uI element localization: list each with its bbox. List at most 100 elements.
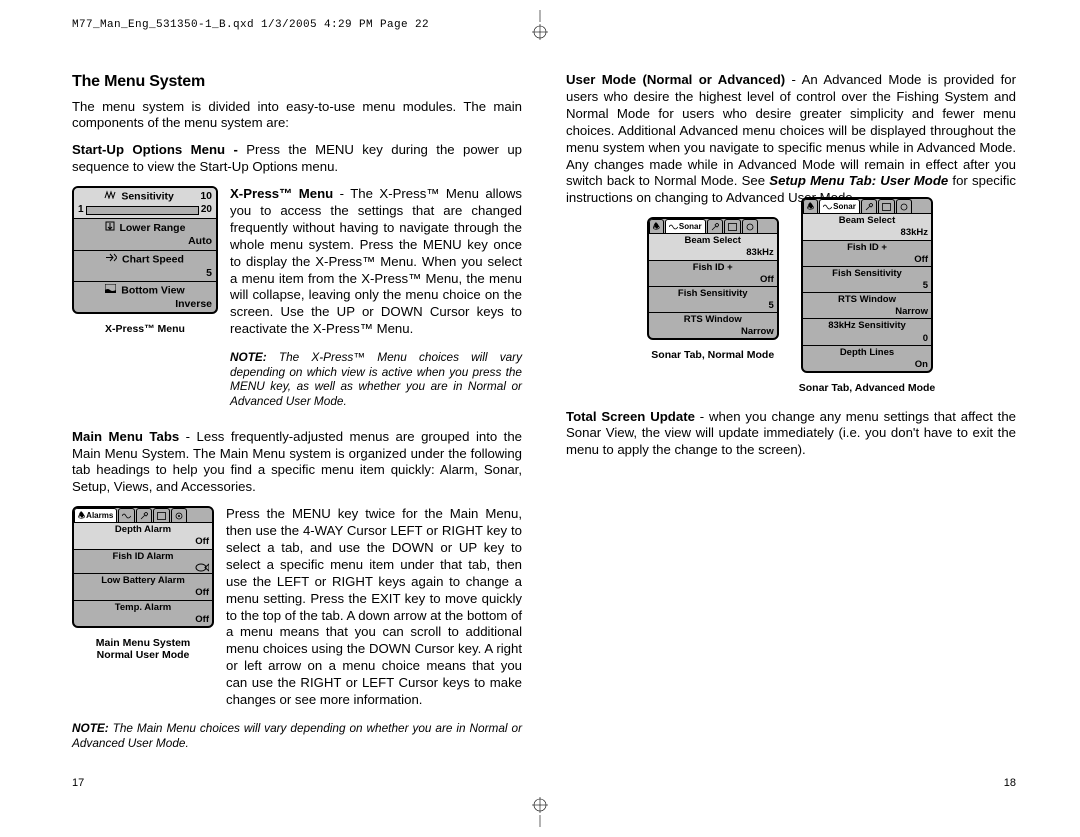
lcd-label: Chart Speed	[122, 253, 184, 265]
lcd-row-sensitivity: Sensitivity 10 1 20	[74, 188, 216, 219]
lcd-row: Beam Select83kHz	[803, 214, 931, 240]
bottom-view-icon	[105, 284, 116, 297]
slider-min: 1	[78, 204, 84, 217]
lcd-value	[77, 563, 209, 574]
lcd-row-temp-alarm: Temp. Alarm Off	[74, 601, 212, 626]
mainmenu-label: Main Menu Tabs	[72, 429, 179, 444]
alarm-icon: 🕭	[78, 511, 85, 521]
xpress-text: - The X-Press™ Menu allows you to access…	[230, 186, 522, 336]
usermode-text: - An Advanced Mode is provided for users…	[566, 72, 1016, 188]
lcd-value: Narrow	[806, 306, 928, 318]
chart-speed-icon	[106, 253, 117, 266]
page-18: User Mode (Normal or Advanced) - An Adva…	[566, 56, 1016, 762]
lcd-tabbar: 🕭 Alarms	[74, 508, 212, 523]
mainmenu-figure: 🕭 Alarms Depth Alarm Off	[72, 506, 214, 663]
lcd-slider: 1 20	[78, 204, 212, 217]
lcd-label: Temp. Alarm	[115, 602, 172, 613]
lcd-row: Beam Select83kHz	[649, 234, 777, 260]
lcd-value: Off	[806, 254, 928, 266]
range-icon	[105, 221, 115, 235]
tab-alarms: 🕭 Alarms	[74, 508, 117, 522]
lcd-row: Depth LinesOn	[803, 346, 931, 371]
lcd-row: RTS WindowNarrow	[803, 293, 931, 319]
tab-sonar: Sonar	[665, 219, 706, 233]
lcd-label: Fish Sensitivity	[832, 268, 902, 279]
lcd-row-fishid-alarm: Fish ID Alarm	[74, 550, 212, 575]
lcd-label: RTS Window	[838, 294, 896, 305]
lcd-row: Fish ID +Off	[649, 261, 777, 287]
page-17: The Menu System The menu system is divid…	[72, 56, 522, 762]
xpress-note: NOTE: The X-Press™ Menu choices will var…	[230, 350, 522, 409]
lcd-value: Auto	[78, 235, 212, 248]
lcd-value: Off	[652, 274, 774, 286]
lcd-value: 0	[806, 333, 928, 345]
lcd-value: 5	[78, 267, 212, 280]
lcd-label: Depth Alarm	[115, 524, 171, 535]
xpress-caption: X-Press™ Menu	[72, 323, 218, 336]
lcd-label: Low Battery Alarm	[101, 575, 185, 586]
note-label: NOTE:	[72, 721, 109, 735]
lcd-row-chart-speed: Chart Speed 5	[74, 251, 216, 282]
lcd-value: Inverse	[78, 298, 212, 311]
tab-accessories	[742, 219, 758, 233]
tab-alarms: 🕭	[803, 199, 818, 213]
lcd-value: 83kHz	[652, 247, 774, 259]
page-number-left: 17	[72, 776, 84, 790]
xpress-para: X-Press™ Menu - The X-Press™ Menu allows…	[230, 186, 522, 338]
tab-sonar	[118, 508, 135, 522]
page-number-right: 18	[1004, 776, 1016, 790]
lcd-row: Fish Sensitivity5	[803, 267, 931, 293]
lcd-row-bottom-view: Bottom View Inverse	[74, 282, 216, 312]
xpress-figure: Sensitivity 10 1 20	[72, 186, 218, 337]
lcd-label: Beam Select	[839, 215, 896, 226]
totalscreen-para: Total Screen Update - when you change an…	[566, 409, 1016, 460]
xpress-lcd: Sensitivity 10 1 20	[72, 186, 218, 314]
lcd-row: RTS WindowNarrow	[649, 313, 777, 338]
startup-label: Start-Up Options Menu -	[72, 142, 246, 157]
lcd-row: Fish Sensitivity5	[649, 287, 777, 313]
usermode-para: User Mode (Normal or Advanced) - An Adva…	[566, 72, 1016, 207]
lcd-value: 10	[200, 190, 212, 203]
lcd-label: Beam Select	[684, 235, 741, 246]
sonar-advanced-figure: 🕭 Sonar Beam Select83kHz Fish ID +Off Fi…	[799, 197, 936, 394]
mainmenu-text2: Press the MENU key twice for the Main Me…	[226, 506, 522, 709]
xpress-label: X-Press™ Menu	[230, 186, 333, 201]
tab-views	[724, 219, 741, 233]
crop-mark-bottom	[525, 797, 555, 827]
tab-label: Alarms	[86, 511, 113, 521]
sonar-advanced-lcd: 🕭 Sonar Beam Select83kHz Fish ID +Off Fi…	[801, 197, 933, 373]
tab-sonar: Sonar	[819, 199, 860, 213]
lcd-value: 5	[806, 280, 928, 292]
note-text: The Main Menu choices will vary dependin…	[72, 721, 522, 750]
sonar-normal-caption: Sonar Tab, Normal Mode	[647, 349, 779, 362]
lcd-value: 5	[652, 300, 774, 312]
totalscreen-label: Total Screen Update	[566, 409, 695, 424]
tab-setup	[861, 199, 877, 213]
tab-setup	[707, 219, 723, 233]
lcd-label: Fish ID +	[693, 262, 733, 273]
lcd-label: Lower Range	[119, 222, 185, 234]
sonar-normal-lcd: 🕭 Sonar Beam Select83kHz Fish ID +Off Fi…	[647, 217, 779, 340]
mainmenu-caption: Main Menu System Normal User Mode	[72, 637, 214, 662]
lcd-label: Fish ID Alarm	[113, 551, 174, 562]
usermode-ref: Setup Menu Tab: User Mode	[769, 173, 948, 188]
sonar-normal-figure: 🕭 Sonar Beam Select83kHz Fish ID +Off Fi…	[647, 217, 779, 362]
lcd-label: Bottom View	[121, 285, 184, 297]
lcd-label: Sensitivity	[121, 191, 174, 203]
lcd-value: Off	[77, 614, 209, 626]
lcd-label: 83kHz Sensitivity	[828, 320, 906, 331]
lcd-value: Off	[77, 587, 209, 599]
tab-setup	[136, 508, 152, 522]
tab-views	[153, 508, 170, 522]
slider-max: 20	[201, 204, 212, 217]
lcd-tabbar: 🕭 Sonar	[649, 219, 777, 234]
lcd-row-lower-range: Lower Range Auto	[74, 219, 216, 251]
mainmenu-lcd: 🕭 Alarms Depth Alarm Off	[72, 506, 214, 628]
lcd-row-depth-alarm: Depth Alarm Off	[74, 523, 212, 549]
section-title: The Menu System	[72, 72, 522, 92]
lcd-label: Fish Sensitivity	[678, 288, 748, 299]
intro-text: The menu system is divided into easy-to-…	[72, 99, 522, 133]
lcd-value: On	[806, 359, 928, 371]
lcd-row: 83kHz Sensitivity 0	[803, 319, 931, 345]
lcd-label: Fish ID +	[847, 242, 887, 253]
